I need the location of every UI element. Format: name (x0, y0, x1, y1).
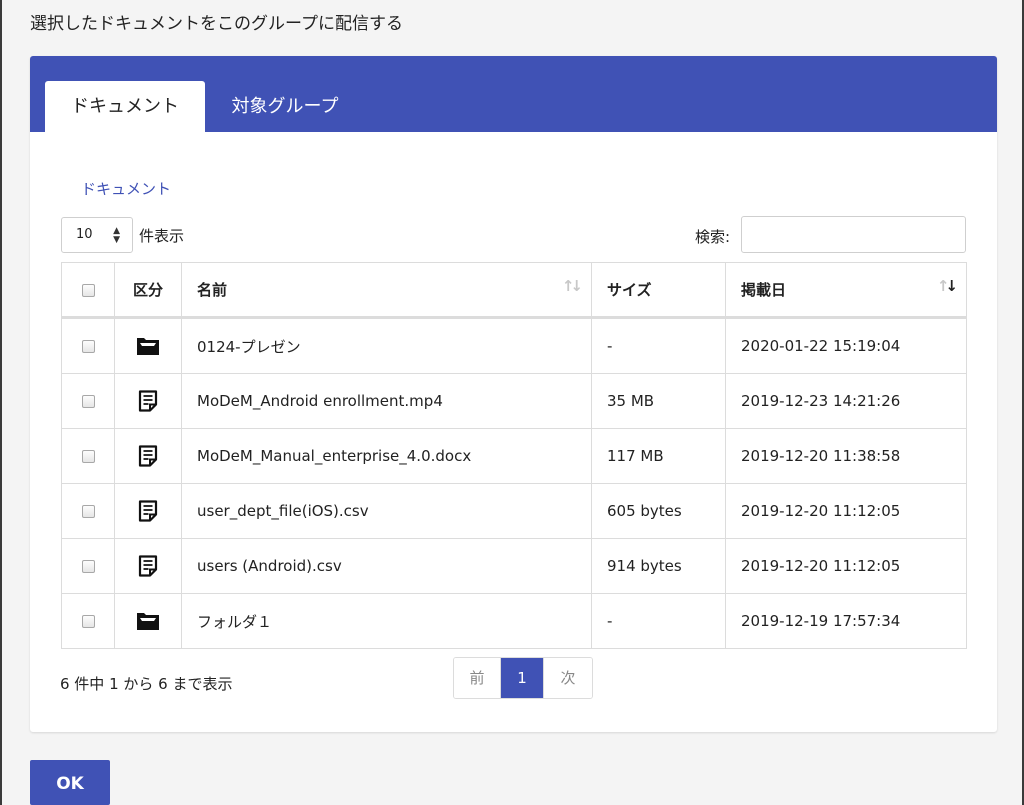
date-column-header[interactable]: 掲載日 ↑↓ (725, 262, 967, 319)
row-type-cell (114, 483, 182, 539)
search-label: 検索: (695, 228, 731, 246)
size-column-header: サイズ (591, 262, 726, 319)
document-panel: ドキュメント 対象グループ ドキュメント 10 ▲ ▼ 件表示 検索: 区分 名前… (30, 56, 997, 732)
row-select-cell (61, 373, 115, 429)
row-select-cell (61, 538, 115, 594)
row-size: - (591, 317, 726, 374)
row-date: 2019-12-23 14:21:26 (725, 373, 967, 429)
row-date: 2019-12-19 17:57:34 (725, 593, 967, 649)
select-arrows-icon: ▲ ▼ (113, 226, 120, 245)
row-date: 2019-12-20 11:12:05 (725, 538, 967, 594)
pagination-prev[interactable]: 前 (454, 658, 501, 698)
row-checkbox[interactable] (81, 340, 95, 353)
row-select-cell (61, 317, 115, 374)
row-size: 605 bytes (591, 483, 726, 539)
select-all-checkbox[interactable] (81, 283, 95, 297)
date-header-label: 掲載日 (741, 281, 787, 299)
page-size-select[interactable]: 10 ▲ ▼ (61, 217, 133, 253)
row-name: フォルダ１ (181, 593, 592, 649)
row-select-cell (61, 428, 115, 484)
select-all-header (61, 262, 115, 319)
type-column-header: 区分 (114, 262, 182, 319)
table-row[interactable]: 0124-プレゼン - 2020-01-22 15:19:04 (61, 317, 967, 374)
tab-target-groups[interactable]: 対象グループ (210, 81, 360, 132)
name-header-label: 名前 (197, 281, 228, 299)
row-checkbox[interactable] (81, 560, 95, 573)
row-type-cell (114, 593, 182, 649)
pagination-next[interactable]: 次 (543, 658, 592, 698)
table-row[interactable]: MoDeM_Manual_enterprise_4.0.docx 117 MB … (61, 428, 967, 484)
sort-icon: ↑↓ (561, 277, 583, 295)
ok-button[interactable]: OK (30, 760, 110, 805)
document-icon (138, 445, 158, 467)
tab-documents[interactable]: ドキュメント (45, 81, 205, 132)
folder-icon (137, 613, 159, 630)
section-title: ドキュメント (81, 180, 172, 198)
search-input[interactable] (741, 216, 966, 253)
row-date: 2019-12-20 11:38:58 (725, 428, 967, 484)
row-checkbox[interactable] (81, 450, 95, 463)
table-row[interactable]: user_dept_file(iOS).csv 605 bytes 2019-1… (61, 483, 967, 539)
document-table: 区分 名前 ↑↓ サイズ 掲載日 ↑↓ 0124-プレゼン - 2020-01-… (61, 262, 967, 649)
row-name: MoDeM_Android enrollment.mp4 (181, 373, 592, 429)
table-info: 6 件中 1 から 6 まで表示 (60, 675, 233, 693)
row-name: MoDeM_Manual_enterprise_4.0.docx (181, 428, 592, 484)
pagination-page-1[interactable]: 1 (501, 658, 543, 698)
row-date: 2020-01-22 15:19:04 (725, 317, 967, 374)
row-select-cell (61, 483, 115, 539)
row-checkbox[interactable] (81, 615, 95, 628)
page-size-label: 件表示 (139, 227, 185, 245)
name-column-header[interactable]: 名前 ↑↓ (181, 262, 592, 319)
row-size: 35 MB (591, 373, 726, 429)
row-size: 117 MB (591, 428, 726, 484)
row-checkbox[interactable] (81, 505, 95, 518)
row-checkbox[interactable] (81, 395, 95, 408)
row-size: - (591, 593, 726, 649)
pagination: 前 1 次 (453, 657, 593, 699)
row-type-cell (114, 373, 182, 429)
window-border-left (0, 0, 2, 805)
table-row[interactable]: MoDeM_Android enrollment.mp4 35 MB 2019-… (61, 373, 967, 429)
row-type-cell (114, 538, 182, 594)
row-size: 914 bytes (591, 538, 726, 594)
table-row[interactable]: users (Android).csv 914 bytes 2019-12-20… (61, 538, 967, 594)
row-name: 0124-プレゼン (181, 317, 592, 374)
row-type-cell (114, 428, 182, 484)
page-size-value: 10 (76, 227, 93, 242)
table-header-row: 区分 名前 ↑↓ サイズ 掲載日 ↑↓ (61, 262, 967, 319)
row-name: users (Android).csv (181, 538, 592, 594)
dialog-title: 選択したドキュメントをこのグループに配信する (30, 14, 403, 34)
tab-bar: ドキュメント 対象グループ (30, 56, 997, 132)
row-select-cell (61, 593, 115, 649)
sort-desc-icon: ↑↓ (936, 277, 958, 295)
table-row[interactable]: フォルダ１ - 2019-12-19 17:57:34 (61, 593, 967, 649)
document-icon (138, 555, 158, 577)
document-icon (138, 390, 158, 412)
row-type-cell (114, 317, 182, 374)
document-icon (138, 500, 158, 522)
row-date: 2019-12-20 11:12:05 (725, 483, 967, 539)
folder-icon (137, 338, 159, 355)
row-name: user_dept_file(iOS).csv (181, 483, 592, 539)
